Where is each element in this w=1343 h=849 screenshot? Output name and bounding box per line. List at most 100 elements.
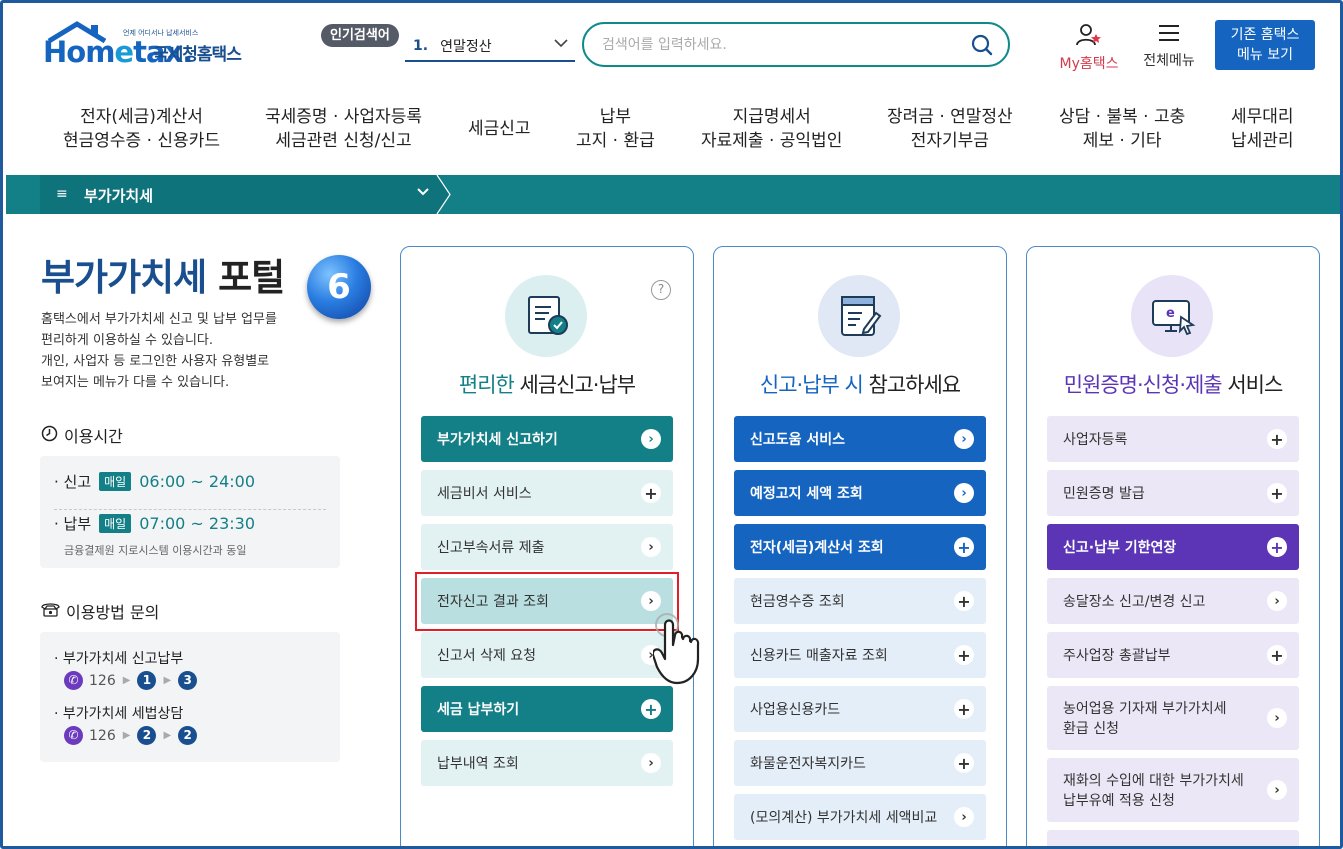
import-deferral-button[interactable]: 재화의 수입에 대한 부가가치세 납부유예 적용 신청 ›: [1047, 758, 1299, 822]
simulation-button[interactable]: (모의계산) 부가가치세 세액비교 ›: [734, 794, 986, 840]
attachments-submit-button[interactable]: 신고부속서류 제출 ›: [421, 524, 673, 570]
notepad-pen-icon: [818, 275, 900, 357]
gnb-line: 자료제출 · 공익법인: [701, 131, 843, 151]
gnb-certificates[interactable]: 국세증명 · 사업자등록 세금관련 신청/신고: [265, 105, 422, 153]
location-label: 부가가치세: [84, 187, 154, 205]
plus-icon: +: [954, 591, 974, 611]
plus-icon: +: [1267, 645, 1287, 665]
search-icon[interactable]: [971, 34, 993, 60]
hometax-logo[interactable]: 언제 어디서나 납세서비스 Hometax. 국세청홈택스: [41, 21, 261, 71]
page-title-main: 부가가치세: [41, 256, 207, 299]
tax-payment-button[interactable]: 세금 납부하기 +: [421, 686, 673, 732]
gnb-line: 세무대리: [1231, 107, 1294, 127]
arrow-right-icon: ▶: [122, 730, 131, 741]
delete-request-button[interactable]: 신고서 삭제 요청 ›: [421, 632, 673, 678]
vat-filing-button[interactable]: 부가가치세 신고하기 ›: [421, 416, 673, 462]
card-civil-services: e 민원증명·신청·제출 서비스 사업자등록 + 민원증명 발급 + 신고·납부 기…: [1026, 246, 1320, 846]
card-title-rest: 참고하세요: [862, 373, 962, 397]
button-label: 민원증명 발급: [1063, 486, 1145, 502]
gnb-line: 현금영수증 · 신용카드: [63, 131, 220, 151]
card-sales-button[interactable]: 신용카드 매출자료 조회 +: [734, 632, 986, 678]
certificate-issue-button[interactable]: 민원증명 발급 +: [1047, 470, 1299, 516]
delivery-address-button[interactable]: 송달장소 신고/변경 신고 ›: [1047, 578, 1299, 624]
next-item-button[interactable]: [1047, 830, 1299, 846]
plus-icon: +: [1267, 483, 1287, 503]
button-label: 신고서 삭제 요청: [437, 648, 537, 664]
chevron-right-icon: ›: [1267, 708, 1287, 728]
gnb-line: 납세관리: [1231, 131, 1294, 151]
agri-refund-button[interactable]: 농어업용 기자재 부가가치세 환급 신청 ›: [1047, 686, 1299, 750]
all-menu-label: 전체메뉴: [1143, 53, 1195, 69]
help-icon[interactable]: ?: [651, 280, 671, 300]
popular-search-select[interactable]: 1. 연말정산: [405, 31, 575, 62]
gnb-line: 납부: [599, 107, 632, 127]
chevron-down-icon[interactable]: [416, 184, 430, 202]
button-label: 화물운전자복지카드: [750, 756, 866, 772]
phone-icon: ✆: [64, 726, 83, 745]
hours-row-payment: · 납부 매일 07:00 ~ 23:30: [54, 513, 255, 534]
logo-part-a: Hom: [43, 35, 115, 69]
card-title-rest: 서비스: [1221, 373, 1283, 397]
gnb-consult[interactable]: 상담 · 불복 · 고충 제보 · 기타: [1059, 105, 1185, 153]
gnb-line: 상담 · 불복 · 고충: [1059, 107, 1186, 127]
svg-text:e: e: [1166, 306, 1175, 321]
page-title: 부가가치세 포털: [41, 247, 285, 301]
logo-part-b: e: [114, 35, 134, 69]
gnb-payment[interactable]: 납부 고지 · 환급: [576, 105, 655, 153]
gnb-tax-filing[interactable]: 세금신고: [468, 117, 531, 141]
all-menu-button[interactable]: 전체메뉴: [1137, 23, 1201, 70]
business-card-button[interactable]: 사업용신용카드 +: [734, 686, 986, 732]
plus-icon: +: [641, 699, 661, 719]
plus-icon: +: [954, 645, 974, 665]
button-label: 부가가치세 신고하기: [437, 432, 558, 448]
payment-history-button[interactable]: 납부내역 조회 ›: [421, 740, 673, 786]
search-box: [582, 22, 1010, 67]
e-invoice-lookup-button[interactable]: 전자(세금)계산서 조회 +: [734, 524, 986, 570]
cargo-driver-card-button[interactable]: 화물운전자복지카드 +: [734, 740, 986, 786]
plus-icon: +: [954, 537, 974, 557]
button-label: 사업용신용카드: [750, 702, 841, 718]
hours-heading: 이용시간: [41, 423, 123, 447]
button-label: 신고도움 서비스: [750, 432, 846, 448]
consolidated-payment-button[interactable]: 주사업장 총괄납부 +: [1047, 632, 1299, 678]
my-hometax-link[interactable]: My홈택스: [1053, 23, 1125, 73]
list-icon: ≡: [56, 186, 68, 202]
button-label: 송달장소 신고/변경 신고: [1063, 594, 1206, 610]
inquiry-label: · 부가가치세 세법상담: [54, 706, 184, 722]
arrow-right-icon: ▶: [122, 675, 131, 686]
gnb-tax-agent[interactable]: 세무대리납세관리: [1231, 105, 1294, 153]
preliminary-notice-button[interactable]: 예정고지 세액 조회 ›: [734, 470, 986, 516]
plus-icon: +: [641, 483, 661, 503]
gnb-line: 전자(세금)계산서: [80, 107, 203, 127]
gnb-e-invoice[interactable]: 전자(세금)계산서현금영수증 · 신용카드: [63, 105, 220, 153]
document-check-icon: [505, 275, 587, 357]
gnb-line: 지급명세서: [732, 107, 811, 127]
hours-label: · 신고: [54, 473, 92, 491]
breadcrumb-separator-icon: [436, 175, 451, 214]
hours-title: 이용시간: [64, 427, 123, 446]
plus-icon: +: [954, 753, 974, 773]
button-label-line1: 재화의 수입에 대한 부가가치세: [1063, 773, 1244, 789]
search-input[interactable]: [602, 34, 962, 56]
plus-icon: +: [1267, 537, 1287, 557]
my-hometax-label: My홈택스: [1059, 56, 1119, 72]
hours-label: · 납부: [54, 515, 92, 533]
menu-step: 2: [178, 726, 198, 745]
tax-secretary-button[interactable]: 세금비서 서비스 +: [421, 470, 673, 516]
inquiry-phone-row: ✆ 126 ▶ 2 ▶ 2: [64, 726, 198, 745]
cash-receipt-button[interactable]: 현금영수증 조회 +: [734, 578, 986, 624]
business-registration-button[interactable]: 사업자등록 +: [1047, 416, 1299, 462]
chevron-right-icon: ›: [954, 429, 974, 449]
button-label: 전자(세금)계산서 조회: [750, 540, 884, 556]
gnb-payment-statement[interactable]: 지급명세서자료제출 · 공익법인: [701, 105, 842, 153]
gnb-incentive[interactable]: 장려금 · 연말정산 전자기부금: [887, 105, 1013, 153]
inquiry-title: 이용방법 문의: [66, 603, 160, 622]
button-label-line2: 납부유예 적용 신청: [1063, 793, 1175, 809]
deadline-extension-button[interactable]: 신고·납부 기한연장 +: [1047, 524, 1299, 570]
divider: [54, 509, 326, 510]
chevron-down-icon: [553, 35, 569, 55]
filing-help-button[interactable]: 신고도움 서비스 ›: [734, 416, 986, 462]
hours-time: 06:00 ~ 24:00: [139, 472, 256, 491]
intro-line: 개인, 사업자 등 로그인한 사용자 유형별로: [41, 354, 270, 369]
old-menu-button[interactable]: 기존 홈택스 메뉴 보기: [1215, 20, 1315, 70]
